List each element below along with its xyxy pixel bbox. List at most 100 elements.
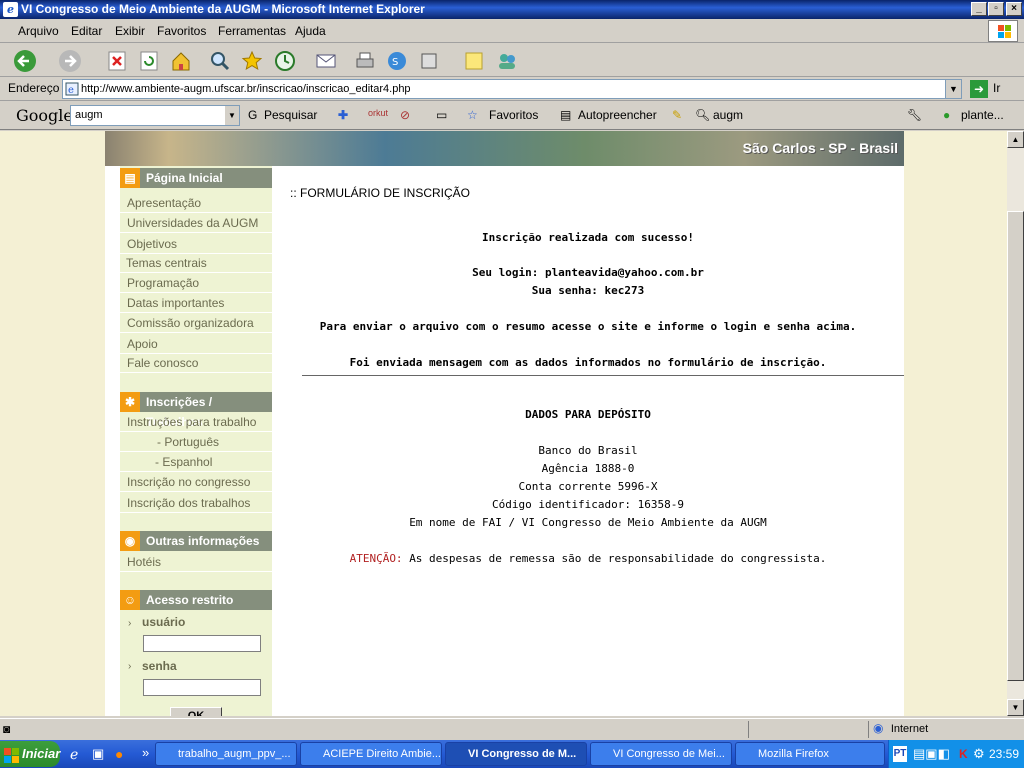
google-dropdown-icon[interactable]: ▼ [225, 106, 239, 125]
close-button[interactable]: × [1006, 2, 1022, 16]
forward-icon[interactable] [57, 48, 83, 74]
address-url: http://www.ambiente-augm.ufscar.br/inscr… [81, 83, 411, 95]
network-icon[interactable]: ⚙ [973, 740, 985, 768]
autofill-icon[interactable]: ▤ [560, 108, 571, 122]
antivirus-icon[interactable]: K [959, 740, 968, 768]
messenger-icon[interactable]: S [384, 48, 410, 74]
address-dropdown-icon[interactable]: ▼ [945, 80, 961, 98]
search-icon[interactable] [206, 48, 232, 74]
sidebar-item-inscricao-trabalhos[interactable]: Inscrição dos trabalhos [120, 493, 272, 513]
page-title: :: FORMULÁRIO DE INSCRIÇÃO [290, 186, 471, 200]
page-status-icon: ◙ [3, 722, 11, 736]
sidebar-item-hoteis[interactable]: Hotéis [120, 552, 272, 572]
sidebar-item-fale-conosco[interactable]: Fale conosco [120, 353, 272, 373]
ie-icon: e [3, 2, 18, 17]
sidebar-item-datas[interactable]: Datas importantes [120, 293, 272, 313]
mail-icon[interactable] [313, 48, 339, 74]
plus-icon[interactable]: ✚ [338, 108, 348, 122]
quicklaunch-more-icon[interactable]: » [142, 745, 149, 760]
maximize-button[interactable]: ▫ [988, 2, 1004, 16]
task-word-document[interactable]: trabalho_augm_ppv_... [155, 742, 297, 766]
chevron-right-icon: › [128, 618, 132, 629]
bank-identifier: Código identificador: 16358-9 [491, 498, 685, 511]
zone-panel: ◉ Internet [868, 721, 1018, 738]
bookmark-star-icon[interactable]: ☆ [467, 108, 478, 122]
menu-arquivo[interactable]: Arquivo [18, 24, 59, 38]
sidebar-item-apresentacao[interactable]: Apresentação [120, 193, 272, 213]
find-icon[interactable]: 🔍︎ [695, 108, 710, 122]
success-message: Inscrição realizada com sucesso! [482, 231, 694, 244]
sidebar-item-objetivos[interactable]: Objetivos [120, 234, 272, 254]
password-input[interactable] [143, 679, 261, 696]
bank-name: Banco do Brasil [538, 444, 638, 457]
task-ie-active[interactable]: VI Congresso de M... [445, 742, 587, 766]
google-toolbar: Google augm ▼ G Pesquisar ✚ orkut ⊘ ▭ ☆ … [0, 101, 1024, 130]
attention-label: ATENÇÃO: [349, 552, 403, 565]
tray-icons[interactable]: ▤▣◧ [913, 740, 950, 768]
print-icon[interactable] [352, 48, 378, 74]
system-tray: PT ▤▣◧ K ⚙ 23:59 [888, 740, 1024, 768]
quicklaunch-desktop-icon[interactable]: ▣ [92, 746, 104, 762]
orkut-icon[interactable]: orkut [368, 108, 388, 118]
scroll-up-icon[interactable]: ▲ [1007, 131, 1024, 148]
google-query: augm [75, 109, 103, 121]
wrench-icon[interactable]: 🔧︎ [907, 108, 922, 122]
stop-icon[interactable] [104, 48, 130, 74]
google-user[interactable]: plante... [961, 108, 1004, 122]
sidebar-item-comissao[interactable]: Comissão organizadora [120, 313, 272, 333]
globe-icon: ◉ [120, 531, 140, 551]
task-firefox[interactable]: Mozilla Firefox [735, 742, 885, 766]
minimize-button[interactable]: _ [971, 2, 987, 16]
back-icon[interactable] [12, 48, 38, 74]
zone-label: Internet [890, 723, 929, 735]
favorites-star-icon[interactable] [239, 48, 265, 74]
go-arrow-icon[interactable]: ➜ [970, 80, 988, 98]
sidebar-item-programacao[interactable]: Programação [120, 273, 272, 293]
title-bar: e VI Congresso de Meio Ambiente da AUGM … [0, 0, 1024, 19]
menu-favoritos[interactable]: Favoritos [157, 24, 206, 38]
task-explorer-folder[interactable]: ACIEPE Direito Ambie... [300, 742, 442, 766]
language-indicator[interactable]: PT [893, 746, 907, 762]
scroll-down-icon[interactable]: ▼ [1007, 699, 1024, 716]
menu-ajuda[interactable]: Ajuda [295, 24, 326, 38]
highlight-term[interactable]: augm [713, 108, 743, 122]
site-banner: São Carlos - SP - Brasil [105, 131, 904, 166]
vertical-scrollbar[interactable]: ▲ ▼ [1007, 131, 1024, 716]
sidebar-header-outras: ◉ Outras informações [120, 531, 272, 551]
sidebar-item-inscricao-congresso[interactable]: Inscrição no congresso [120, 472, 272, 492]
sidebar-item-temas[interactable]: Temas centrais [120, 253, 272, 273]
username-input[interactable] [143, 635, 261, 652]
start-button[interactable]: Iniciar [0, 741, 60, 767]
sidebar-item-apoio[interactable]: Apoio [120, 334, 272, 354]
address-input[interactable]: e http://www.ambiente-augm.ufscar.br/ins… [62, 79, 962, 99]
menu-editar[interactable]: Editar [71, 24, 102, 38]
scroll-thumb[interactable] [1007, 211, 1024, 681]
autofill-button[interactable]: Autopreencher [578, 108, 657, 122]
sidebar-item-portugues[interactable]: - Português [120, 432, 272, 452]
google-search-input[interactable]: augm ▼ [70, 105, 240, 126]
contacts-icon[interactable] [494, 48, 520, 74]
standard-toolbar: S [0, 44, 1024, 77]
home-icon[interactable] [168, 48, 194, 74]
fullscreen-icon[interactable] [416, 48, 442, 74]
highlighter-icon[interactable]: ✎ [672, 108, 682, 122]
quicklaunch-ie-icon[interactable]: ℯ [70, 746, 78, 763]
google-search-button[interactable]: Pesquisar [264, 108, 317, 122]
sidebar-item-espanhol[interactable]: - Espanhol [120, 452, 272, 472]
sidebar-item-universidades[interactable]: Universidades da AUGM [120, 213, 272, 233]
lightbulb-icon: ✱ [120, 392, 140, 412]
menu-exibir[interactable]: Exibir [115, 24, 145, 38]
login-ok-button[interactable]: OK [170, 707, 222, 716]
quicklaunch-firefox-icon[interactable]: ● [115, 746, 123, 762]
refresh-icon[interactable] [136, 48, 162, 74]
login-info: Seu login: planteavida@yahoo.com.br [472, 266, 704, 279]
history-icon[interactable] [272, 48, 298, 74]
google-favorites[interactable]: Favoritos [489, 108, 538, 122]
notes-icon[interactable] [461, 48, 487, 74]
task-ie-window[interactable]: VI Congresso de Mei... [590, 742, 732, 766]
popup-blocker-icon[interactable]: ⊘ [400, 108, 410, 122]
go-button[interactable]: Ir [993, 81, 1000, 95]
username-label: usuário [142, 615, 186, 629]
menu-ferramentas[interactable]: Ferramentas [218, 24, 286, 38]
sidebar-item-instrucoes[interactable]: Instruções para trabalho [120, 412, 272, 432]
